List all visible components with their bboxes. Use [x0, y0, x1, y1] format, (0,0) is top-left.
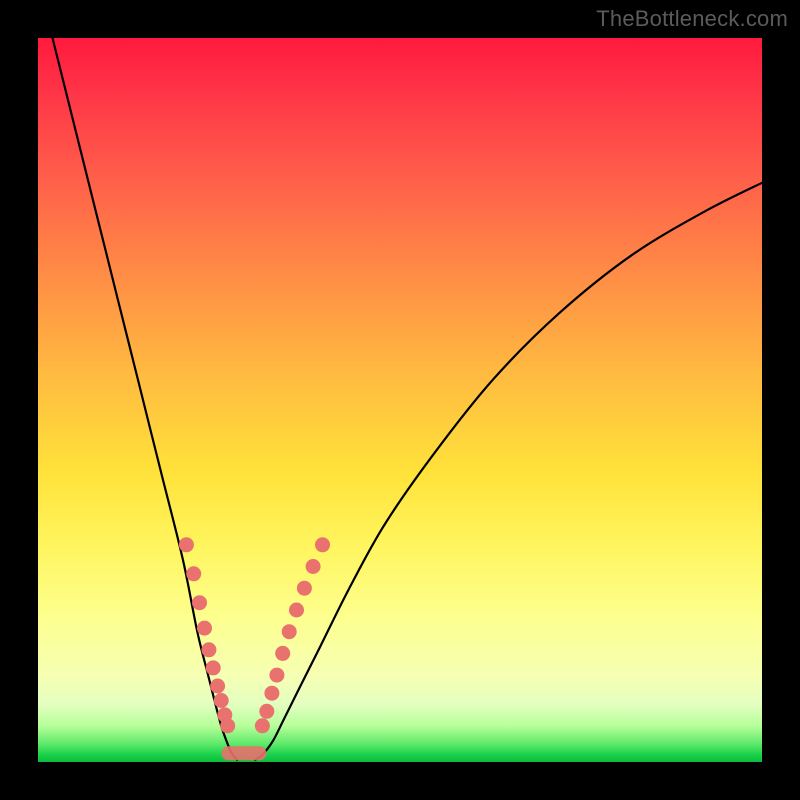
curves-svg [38, 38, 762, 762]
bead-left-4 [201, 642, 216, 657]
chart-frame: TheBottleneck.com [0, 0, 800, 800]
bead-right-9 [315, 537, 330, 552]
curve-layer [53, 38, 763, 760]
bead-right-1 [259, 704, 274, 719]
bead-left-2 [192, 595, 207, 610]
bead-left-5 [206, 660, 221, 675]
bead-left-9 [220, 718, 235, 733]
bead-right-6 [289, 603, 304, 618]
bead-left-0 [179, 537, 194, 552]
bead-right-7 [297, 581, 312, 596]
bead-right-4 [275, 646, 290, 661]
bead-left-7 [214, 693, 229, 708]
bead-right-3 [269, 668, 284, 683]
bead-left-6 [210, 679, 225, 694]
bead-left-3 [197, 621, 212, 636]
curve-right-curve [255, 183, 762, 760]
bead-right-8 [306, 559, 321, 574]
bead-right-2 [264, 686, 279, 701]
bead-left-1 [186, 566, 201, 581]
watermark-text: TheBottleneck.com [596, 6, 788, 32]
bead-right-0 [255, 718, 270, 733]
plot-area [38, 38, 762, 762]
bead-right-5 [282, 624, 297, 639]
